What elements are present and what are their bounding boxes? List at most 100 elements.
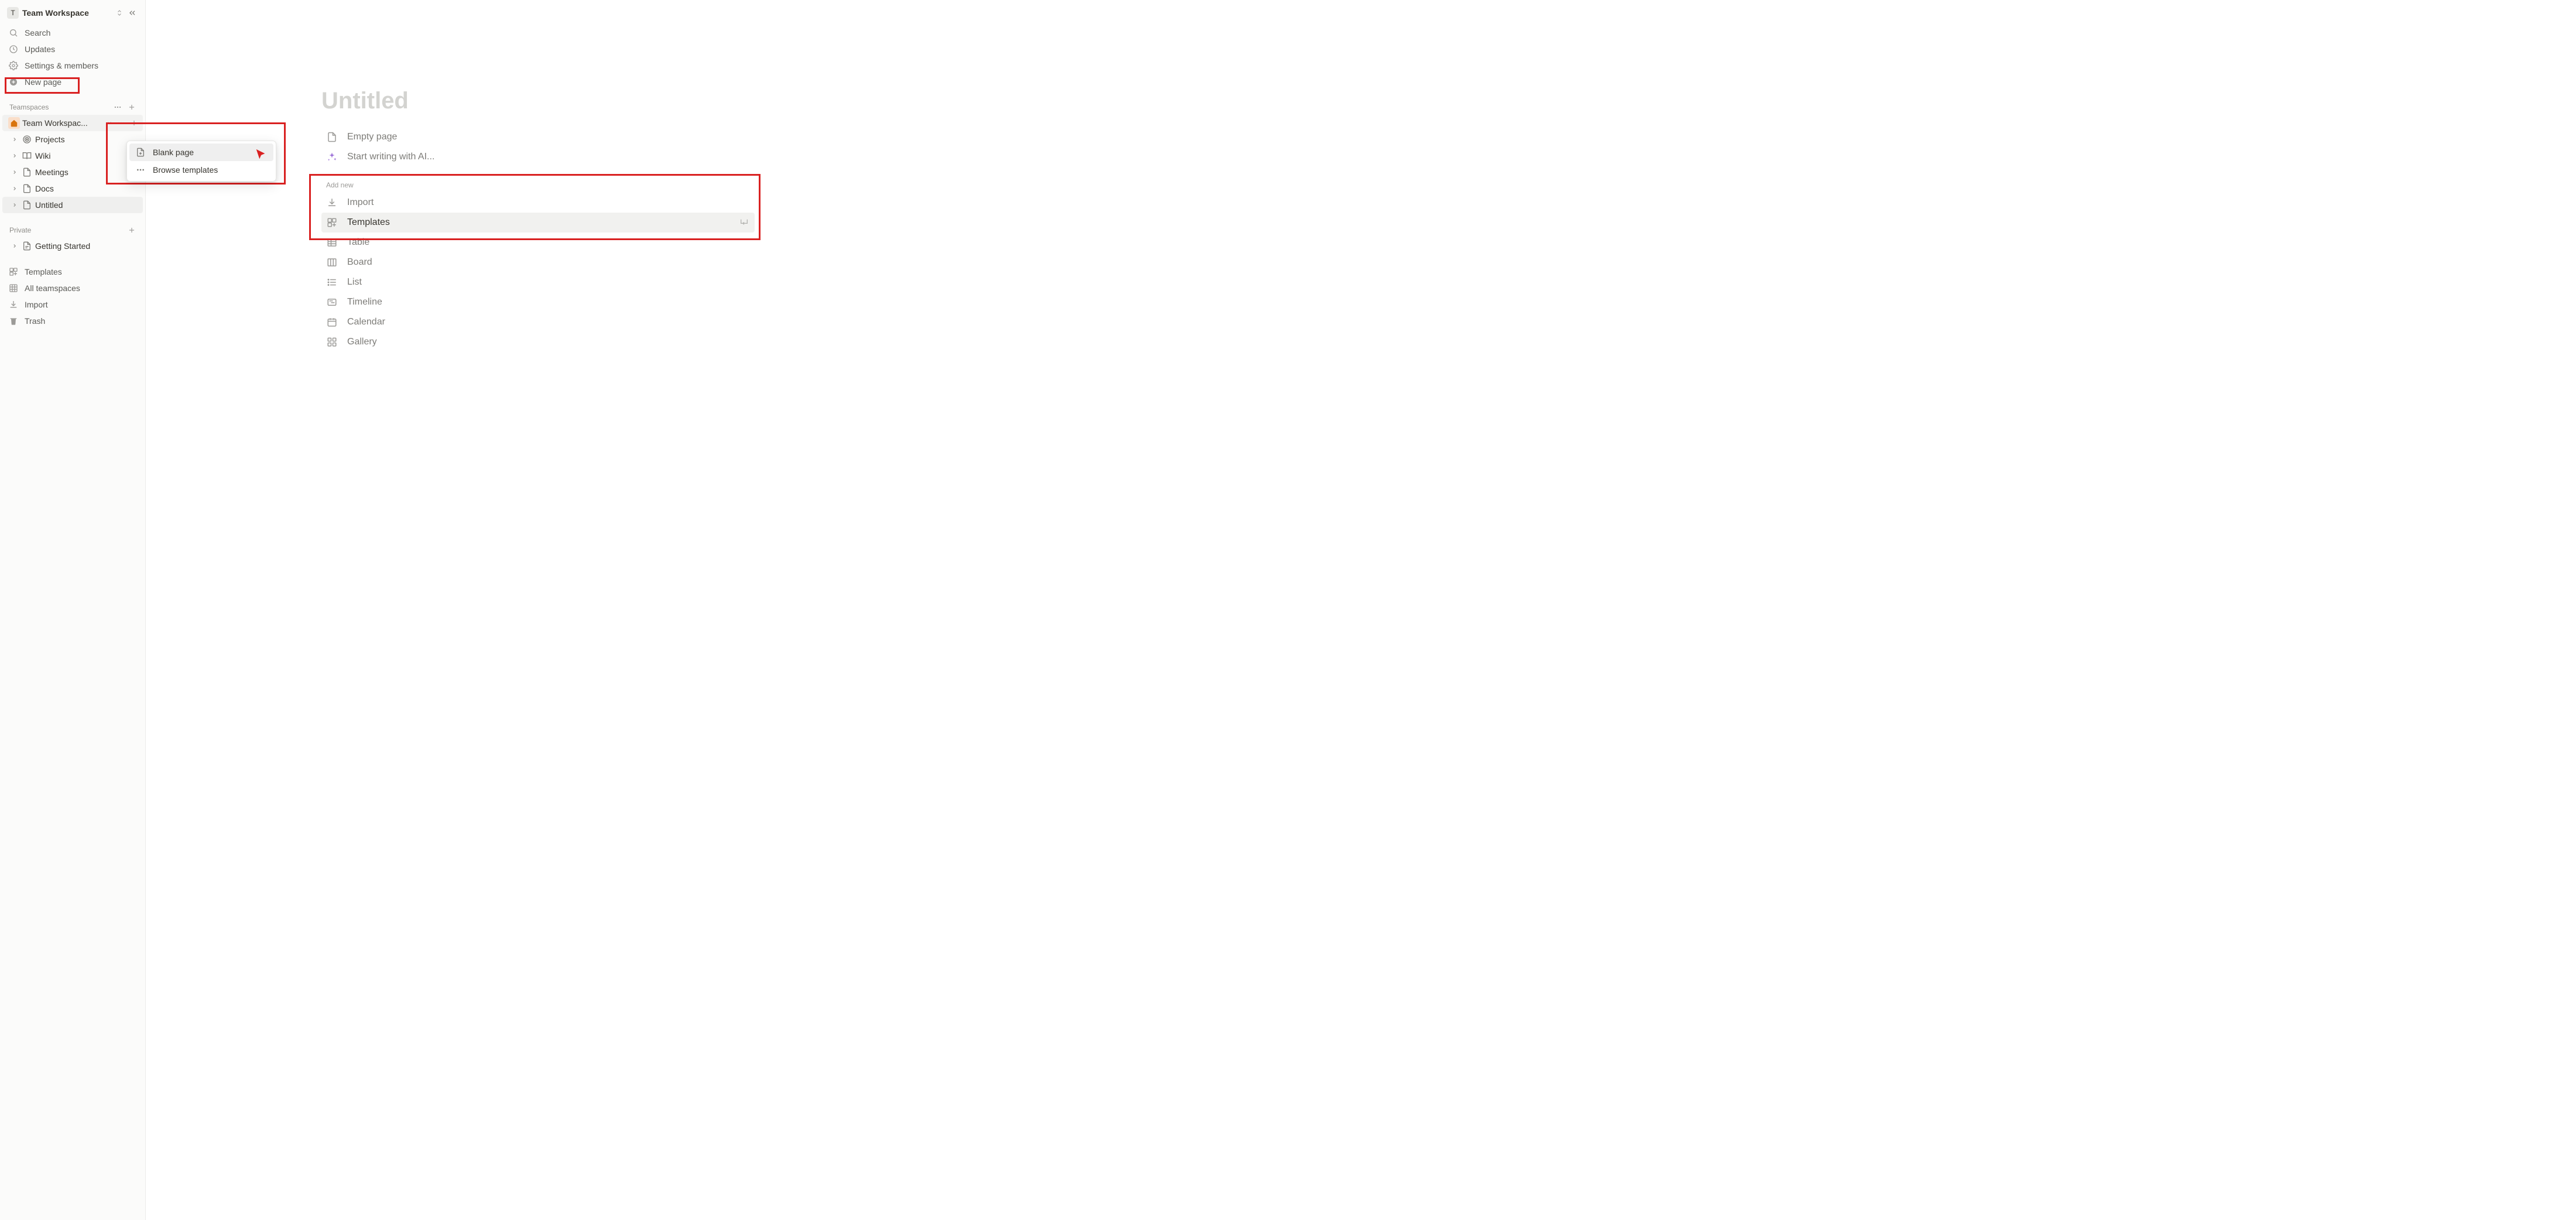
sidebar-settings-label: Settings & members — [25, 61, 98, 70]
table-icon — [326, 237, 338, 248]
option-ai-label: Start writing with AI... — [347, 152, 434, 162]
option-gallery[interactable]: Gallery — [321, 332, 755, 352]
timeline-icon — [326, 296, 338, 308]
updown-icon — [116, 9, 123, 16]
option-table-label: Table — [347, 237, 369, 248]
sidebar-all-teamspaces[interactable]: All teamspaces — [2, 280, 143, 296]
page: Untitled Empty page Start writing with A… — [321, 0, 755, 352]
option-board-label: Board — [347, 257, 372, 268]
page-icon — [21, 200, 33, 210]
option-import-label: Import — [347, 197, 374, 208]
page-text-icon — [21, 241, 33, 251]
teamspaces-section-label: Teamspaces — [9, 103, 49, 111]
sidebar-updates[interactable]: Updates — [2, 41, 143, 57]
workspace-switcher[interactable]: T Team Workspace — [2, 5, 143, 21]
calendar-icon — [326, 316, 338, 328]
private-section-label: Private — [9, 226, 31, 234]
workspace-name: Team Workspace — [22, 8, 112, 18]
option-list-label: List — [347, 277, 362, 288]
sidebar-new-page-label: New page — [25, 77, 61, 87]
sidebar: T Team Workspace Search Updates — [0, 0, 146, 1220]
enter-icon — [738, 217, 750, 228]
trash-icon — [8, 316, 19, 326]
sidebar-new-page[interactable]: New page — [2, 74, 143, 90]
more-icon[interactable] — [116, 118, 126, 128]
page-label: Getting Started — [35, 241, 139, 251]
sidebar-trash[interactable]: Trash — [2, 313, 143, 329]
templates-icon — [326, 217, 338, 228]
sidebar-updates-label: Updates — [25, 45, 55, 54]
option-table[interactable]: Table — [321, 233, 755, 252]
option-timeline[interactable]: Timeline — [321, 292, 755, 312]
plus-icon[interactable] — [126, 102, 137, 112]
sidebar-settings[interactable]: Settings & members — [2, 57, 143, 74]
plus-circle-icon — [8, 77, 19, 87]
chevron-right-icon[interactable] — [11, 202, 19, 208]
page-label: Untitled — [35, 200, 139, 210]
app-root: T Team Workspace Search Updates — [0, 0, 2576, 1220]
option-empty-page-label: Empty page — [347, 132, 397, 142]
ctx-browse-templates-label: Browse templates — [153, 165, 218, 175]
chevron-right-icon[interactable] — [11, 186, 19, 192]
more-icon[interactable] — [112, 102, 123, 112]
grid-icon — [8, 283, 19, 293]
option-board[interactable]: Board — [321, 252, 755, 272]
collapse-sidebar-icon[interactable] — [126, 7, 138, 19]
home-icon — [8, 117, 20, 129]
main-content: Untitled Empty page Start writing with A… — [146, 0, 2576, 1220]
private-section-header[interactable]: Private — [2, 221, 143, 238]
option-list[interactable]: List — [321, 272, 755, 292]
sidebar-search-label: Search — [25, 28, 50, 37]
teamspace-page-projects[interactable]: Projects — [2, 131, 143, 148]
workspace-avatar: T — [7, 7, 19, 19]
more-icon — [135, 165, 146, 175]
page-plus-icon — [135, 147, 146, 158]
teamspace-page-wiki[interactable]: Wiki — [2, 148, 143, 164]
sidebar-all-teamspaces-label: All teamspaces — [25, 283, 80, 293]
add-new-section-label: Add new — [326, 181, 755, 189]
sidebar-templates-label: Templates — [25, 267, 62, 276]
option-empty-page[interactable]: Empty page — [321, 127, 755, 147]
plus-icon[interactable] — [126, 225, 137, 235]
gallery-icon — [326, 336, 338, 348]
chevron-right-icon[interactable] — [11, 169, 19, 175]
page-icon — [21, 184, 33, 193]
private-page-getting-started[interactable]: Getting Started — [2, 238, 143, 254]
page-label: Projects — [35, 135, 139, 144]
option-templates-label: Templates — [347, 217, 390, 228]
target-icon — [21, 135, 33, 144]
chevron-right-icon[interactable] — [11, 243, 19, 249]
sidebar-search[interactable]: Search — [2, 25, 143, 41]
search-icon — [8, 28, 19, 38]
board-icon — [326, 257, 338, 268]
option-timeline-label: Timeline — [347, 297, 382, 307]
chevron-right-icon[interactable] — [11, 136, 19, 142]
gear-icon — [8, 60, 19, 71]
cursor-pointer-icon — [255, 148, 268, 161]
option-import[interactable]: Import — [321, 193, 755, 213]
option-templates[interactable]: Templates — [321, 213, 755, 233]
templates-icon — [8, 266, 19, 277]
teamspace-root[interactable]: Team Workspac... — [2, 115, 143, 131]
option-ai[interactable]: Start writing with AI... — [321, 147, 755, 167]
page-title-placeholder[interactable]: Untitled — [321, 88, 755, 114]
sidebar-trash-label: Trash — [25, 316, 45, 326]
teamspace-page-untitled[interactable]: Untitled — [2, 197, 143, 213]
download-icon — [326, 197, 338, 209]
teamspace-page-meetings[interactable]: Meetings — [2, 164, 143, 180]
option-calendar[interactable]: Calendar — [321, 312, 755, 332]
page-label: Meetings — [35, 168, 139, 177]
plus-icon[interactable] — [129, 118, 139, 128]
sidebar-import[interactable]: Import — [2, 296, 143, 313]
ctx-browse-templates[interactable]: Browse templates — [129, 161, 273, 179]
sidebar-templates[interactable]: Templates — [2, 264, 143, 280]
teamspace-root-label: Team Workspac... — [22, 118, 103, 128]
sparkle-icon — [326, 151, 338, 163]
teamspaces-section-header[interactable]: Teamspaces — [2, 98, 143, 115]
teamspace-page-docs[interactable]: Docs — [2, 180, 143, 197]
chevron-right-icon[interactable] — [11, 153, 19, 159]
ctx-blank-page[interactable]: Blank page — [129, 143, 273, 161]
option-calendar-label: Calendar — [347, 317, 385, 327]
chevron-down-icon[interactable] — [105, 120, 114, 126]
page-label: Wiki — [35, 151, 139, 160]
